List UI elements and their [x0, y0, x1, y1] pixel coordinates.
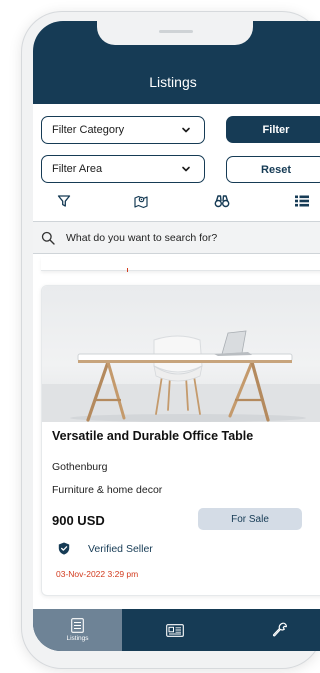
listing-title[interactable]: Versatile and Durable Office Table	[52, 429, 320, 443]
search-bar	[33, 221, 320, 254]
reset-button[interactable]: Reset	[226, 156, 320, 183]
area-filter-select[interactable]: Filter Area	[41, 155, 205, 183]
wrench-icon	[272, 622, 287, 637]
binoculars-icon[interactable]	[214, 193, 230, 209]
filter-button[interactable]: Filter	[226, 116, 320, 143]
search-icon	[41, 231, 55, 245]
verified-seller-label: Verified Seller	[88, 543, 153, 555]
page-title: Listings	[149, 74, 197, 90]
category-filter-label: Filter Category	[52, 124, 125, 136]
nav-listings-label: Listings	[66, 635, 89, 642]
area-filter-label: Filter Area	[52, 163, 103, 175]
listing-category: Furniture & home decor	[52, 484, 163, 496]
device-frame: Listings Filter Category Filter Filter A…	[22, 12, 320, 668]
list-view-icon[interactable]	[294, 193, 310, 209]
chevron-down-icon	[182, 127, 190, 133]
listing-date: 03-Nov-2022 3:29 pm	[56, 569, 139, 579]
listing-photo	[42, 286, 320, 422]
nav-tools[interactable]	[227, 609, 320, 651]
listings-icon	[71, 618, 84, 633]
status-badge: For Sale	[198, 508, 302, 530]
id-card-icon	[165, 623, 184, 637]
search-input[interactable]	[66, 222, 320, 253]
view-toolbar	[33, 189, 320, 213]
listing-price: 900 USD	[52, 513, 105, 528]
shield-check-icon	[58, 542, 70, 555]
map-pin-icon[interactable]	[133, 193, 149, 209]
app-header: Listings	[33, 21, 320, 104]
listing-location: Gothenburg	[52, 461, 108, 473]
device-notch	[97, 21, 253, 45]
nav-listing-cards[interactable]	[122, 609, 227, 651]
previous-listing-card[interactable]	[41, 257, 320, 272]
listing-card[interactable]: Versatile and Durable Office Table Gothe…	[41, 285, 320, 596]
filter-funnel-icon[interactable]	[56, 193, 72, 209]
nav-listings[interactable]: Listings	[33, 609, 122, 651]
category-filter-select[interactable]: Filter Category	[41, 116, 205, 144]
chevron-down-icon	[182, 166, 190, 172]
bottom-navigation: Listings	[33, 609, 320, 651]
app-screen: Listings Filter Category Filter Filter A…	[33, 21, 320, 651]
